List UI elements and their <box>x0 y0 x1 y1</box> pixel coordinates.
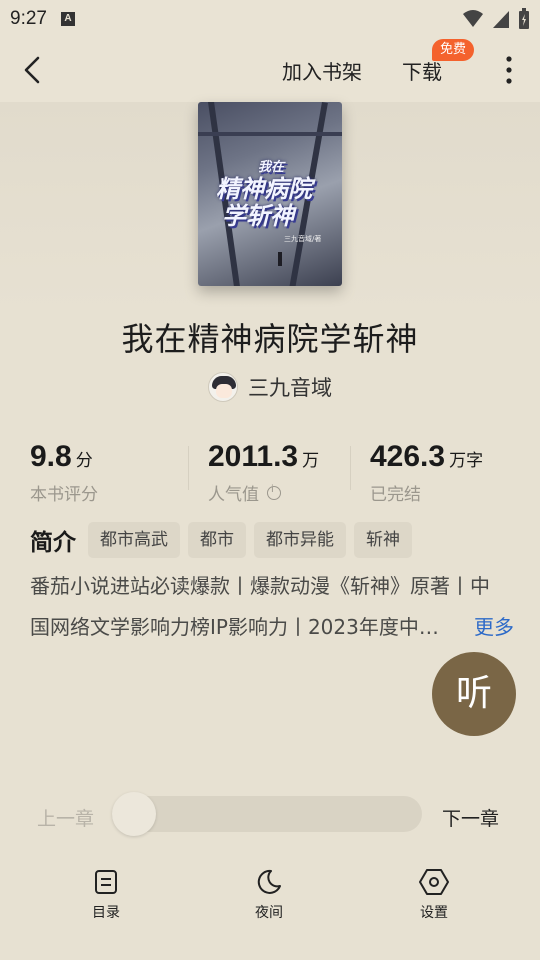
intro-row: 简介 都市高武 都市 都市异能 斩神 <box>30 522 420 558</box>
status-label: 已完结 <box>370 485 421 505</box>
tag-item[interactable]: 都市异能 <box>254 522 346 558</box>
toc-button[interactable]: 目录 <box>66 868 146 922</box>
wifi-icon <box>463 10 483 27</box>
stats-row: 9.8分 本书评分 2011.3万 人气值 426.3万字 已完结 <box>0 440 540 505</box>
cover-title-line1: 精神病院 <box>216 175 312 203</box>
rating-value: 9.8 <box>30 440 72 473</box>
popularity-unit: 万 <box>302 451 320 471</box>
listen-button[interactable]: 听 <box>432 652 516 736</box>
chapter-navigation: 上一章 下一章 <box>0 790 540 840</box>
more-link[interactable]: 更多 <box>474 607 514 648</box>
stat-word-count: 426.3 万字 已完结 <box>370 440 483 505</box>
next-chapter-button[interactable]: 下一章 <box>442 804 499 831</box>
status-icons <box>462 8 530 30</box>
notification-icon: A <box>60 12 75 26</box>
battery-icon <box>519 8 529 29</box>
rating-unit: 分 <box>75 451 93 471</box>
tag-item[interactable]: 斩神 <box>354 522 412 558</box>
stat-divider <box>188 446 189 490</box>
status-bar: 9:27 A <box>0 0 540 38</box>
avatar-face <box>216 384 232 398</box>
book-cover[interactable]: 我在 精神病院 学斩神 三九音域/著 <box>198 102 342 286</box>
top-bar: 加入书架 下载 免费 <box>0 38 540 102</box>
popularity-label: 人气值 <box>208 485 259 505</box>
author-row[interactable]: 三九音域 <box>0 372 540 402</box>
intro-label: 简介 <box>30 530 76 556</box>
settings-button[interactable]: 设置 <box>394 868 474 922</box>
description-line-2: 国网络文学影响力榜IP影响力丨2023年度中… <box>30 615 439 639</box>
cover-title-line2: 学斩神 <box>222 202 294 230</box>
cover-figure <box>278 252 282 266</box>
stat-rating: 9.8 分 本书评分 <box>30 440 98 505</box>
description-line-1: 番茄小说进站必读爆款丨爆款动漫《斩神》原著丨中 <box>30 574 490 598</box>
rating-label: 本书评分 <box>30 485 98 505</box>
settings-label: 设置 <box>420 905 448 921</box>
free-badge: 免费 <box>432 39 475 61</box>
author-name[interactable]: 三九音域 <box>248 372 332 402</box>
toc-label: 目录 <box>92 905 120 921</box>
tag-item[interactable]: 都市高武 <box>88 522 180 558</box>
cover-author: 三九音域/著 <box>284 235 322 243</box>
tag-item[interactable]: 都市 <box>188 522 246 558</box>
night-mode-button[interactable]: 夜间 <box>229 868 309 922</box>
info-icon[interactable] <box>267 484 281 500</box>
word-count-unit: 万字 <box>449 451 484 471</box>
author-avatar[interactable] <box>208 372 238 402</box>
cover-title-small: 我在 <box>258 160 285 175</box>
book-title: 我在精神病院学斩神 <box>121 320 419 358</box>
status-time: 9:27 <box>10 8 47 29</box>
night-mode-label: 夜间 <box>255 905 283 921</box>
prev-chapter-button[interactable]: 上一章 <box>37 804 94 831</box>
moon-icon <box>257 869 281 894</box>
more-vertical-icon[interactable] <box>496 52 522 88</box>
stat-popularity: 2011.3 万 人气值 <box>208 440 319 505</box>
back-arrow-icon[interactable] <box>18 52 50 88</box>
settings-icon <box>419 869 449 895</box>
slider-handle[interactable] <box>112 792 156 836</box>
book-description[interactable]: 番茄小说进站必读爆款丨爆款动漫《斩神》原著丨中 国网络文学影响力榜IP影响力丨2… <box>30 566 514 648</box>
word-count-value: 426.3 <box>370 440 446 473</box>
toc-icon <box>95 870 117 894</box>
cover-title: 我在 精神病院 学斩神 <box>216 160 336 230</box>
cover-beam-top <box>198 132 342 136</box>
popularity-value: 2011.3 <box>208 440 299 473</box>
stat-divider <box>350 446 351 490</box>
signal-icon <box>493 11 509 28</box>
chapter-progress-slider[interactable] <box>112 796 422 832</box>
add-to-shelf-button[interactable]: 加入书架 <box>282 56 362 85</box>
bottom-toolbar: 目录 夜间 设置 <box>0 858 540 938</box>
